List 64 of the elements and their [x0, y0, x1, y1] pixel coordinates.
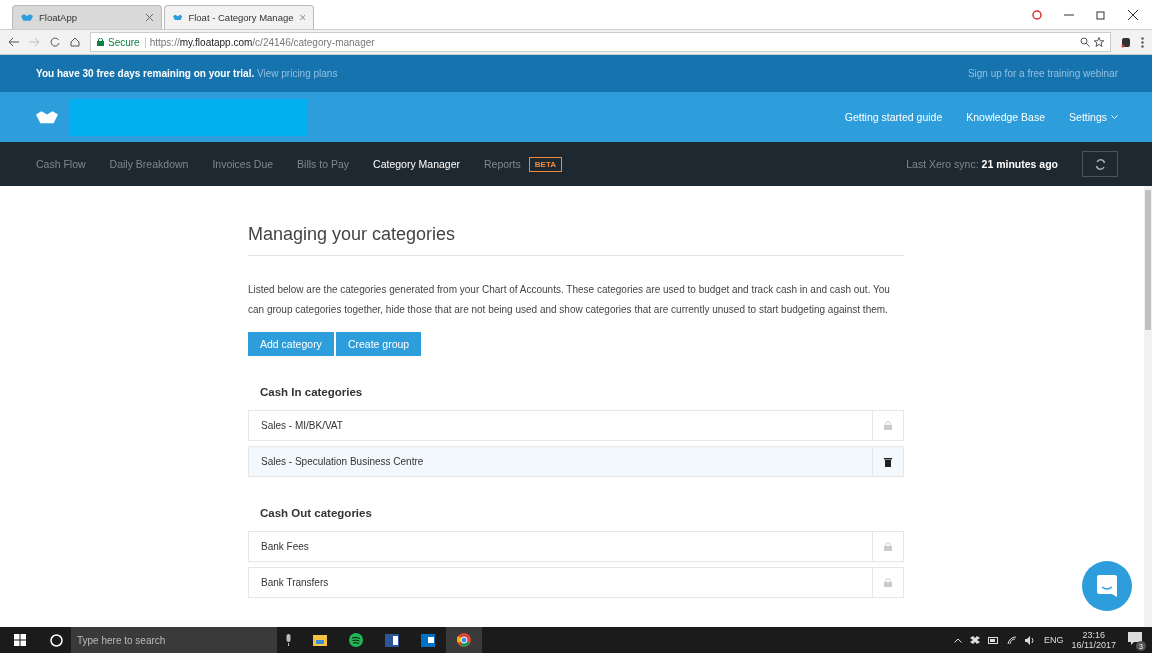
lock-icon: [884, 578, 892, 587]
secure-label: Secure: [108, 36, 146, 48]
taskbar-search-field[interactable]: Type here to search: [71, 627, 277, 653]
category-row[interactable]: Bank Fees: [248, 531, 904, 562]
nav-item[interactable]: Cash Flow: [36, 158, 86, 170]
browser-tab[interactable]: FloatApp: [12, 5, 162, 29]
lock-icon: [884, 542, 892, 551]
nav-item[interactable]: Reports: [484, 158, 521, 170]
sync-button[interactable]: [1082, 151, 1118, 177]
chevron-up-icon[interactable]: [954, 637, 963, 643]
webinar-link[interactable]: Sign up for a free training webinar: [967, 68, 1118, 79]
chat-button[interactable]: [1082, 561, 1132, 611]
header-link[interactable]: Getting started guide: [844, 111, 943, 123]
home-icon[interactable]: [70, 37, 80, 47]
wifi-icon[interactable]: [1007, 635, 1018, 645]
category-row[interactable]: Bank Transfers: [248, 567, 904, 598]
section-title: Cash Out categories: [260, 507, 373, 519]
description-text: Listed below are the categories generated from your Chart of Accounts. These categories are used to budget and track cash in and cash out. You can group categories together, hide those that are not being used and show categories that are currently unused to start budgeting against them.: [248, 283, 891, 317]
cortana-icon: [50, 633, 63, 647]
trash-icon[interactable]: [884, 456, 892, 467]
battery-icon[interactable]: [988, 636, 1000, 644]
close-icon[interactable]: [1128, 10, 1138, 20]
trial-message: You have 30 free days remaining on your trial. View pricing plans: [36, 68, 338, 79]
nav-item[interactable]: Category Manager: [373, 158, 460, 170]
extension-icon[interactable]: [1121, 36, 1131, 48]
sync-status: Last Xero sync: 21 minutes ago: [906, 158, 1058, 170]
browser-tab[interactable]: Float - Category Manage: [164, 5, 314, 29]
url-text: https://my.floatapp.com/c/24146/category-manager: [149, 36, 375, 48]
nav-item[interactable]: Invoices Due: [212, 158, 274, 170]
volume-icon[interactable]: [1025, 635, 1037, 645]
address-bar[interactable]: Secure https://my.floatapp.com/c/24146/category-manager: [90, 32, 1111, 52]
beta-badge: BETA: [528, 156, 562, 172]
settings-menu[interactable]: Settings: [1069, 111, 1118, 123]
chrome-app-icon[interactable]: [446, 627, 482, 653]
windows-icon: [14, 634, 26, 646]
nav-item[interactable]: Daily Breakdown: [109, 158, 189, 170]
star-icon[interactable]: [1094, 37, 1104, 47]
microphone-icon[interactable]: [285, 634, 292, 646]
chat-icon: [1096, 574, 1118, 598]
pricing-link[interactable]: View pricing plans: [257, 68, 338, 79]
boat-logo-icon: [36, 109, 58, 125]
category-row[interactable]: Sales - Speculation Business Centre: [248, 446, 904, 477]
header-link[interactable]: Knowledge Base: [966, 111, 1046, 123]
page-title: Managing your categories: [248, 224, 904, 256]
refresh-icon: [1094, 158, 1106, 170]
profile-icon[interactable]: [1032, 10, 1042, 20]
action-button[interactable]: Create group: [335, 332, 422, 356]
lock-icon: [97, 38, 104, 46]
category-row[interactable]: Sales - MI/BK/VAT: [248, 410, 904, 441]
scrollbar[interactable]: [1144, 186, 1152, 627]
language-indicator[interactable]: ENG: [1044, 635, 1064, 645]
lock-icon: [884, 421, 892, 430]
reload-icon[interactable]: [50, 37, 60, 47]
boat-logo-icon: [21, 13, 33, 22]
back-icon[interactable]: [8, 37, 19, 47]
nav-item[interactable]: Bills to Pay: [297, 158, 350, 170]
chevron-icon: [1111, 114, 1118, 120]
maximize-icon[interactable]: [1096, 10, 1106, 20]
boat-logo-icon: [173, 13, 183, 22]
section-title: Cash In categories: [260, 386, 364, 398]
taskbar-clock[interactable]: 23:16 16/11/2017: [1071, 630, 1116, 650]
zoom-icon[interactable]: [1080, 37, 1090, 47]
action-button[interactable]: Add category: [248, 332, 334, 356]
menu-icon[interactable]: [1141, 36, 1144, 48]
